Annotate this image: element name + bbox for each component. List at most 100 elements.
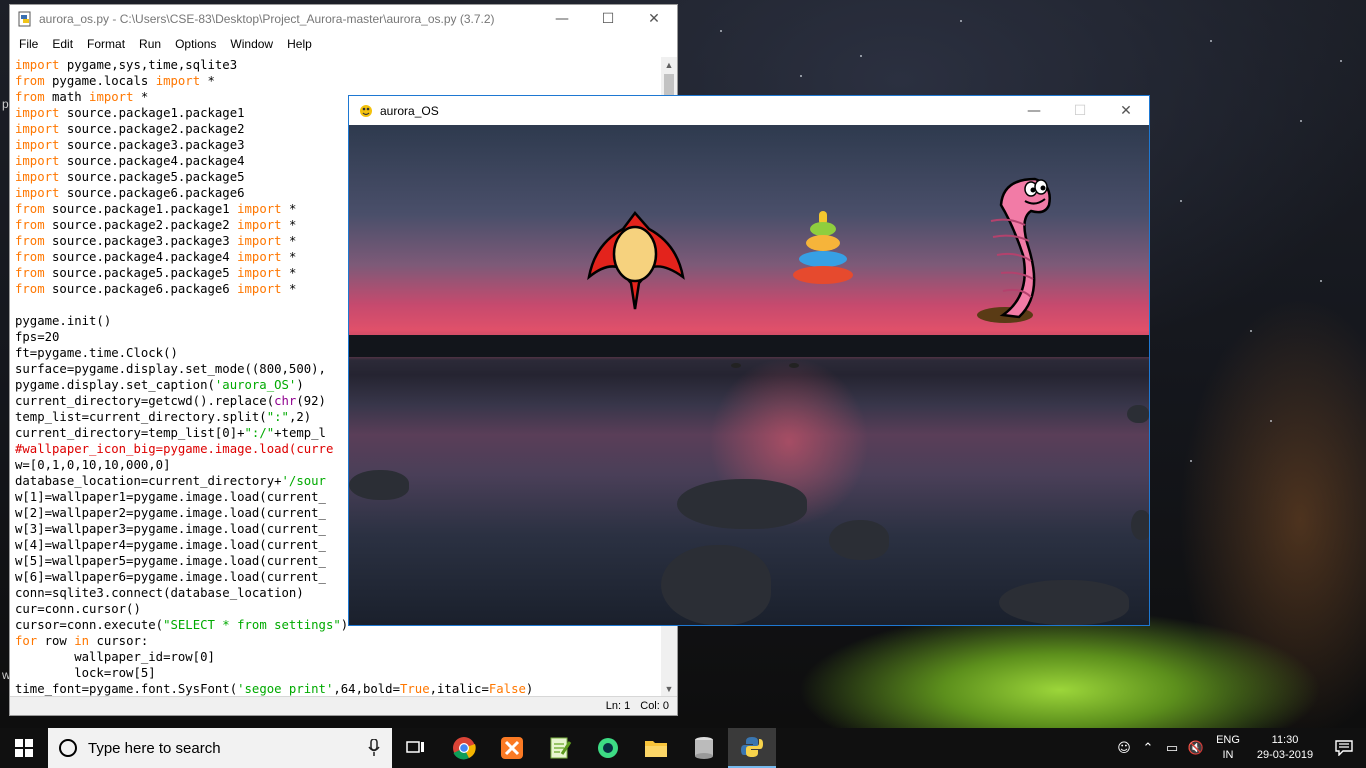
code-token: import [15, 186, 60, 200]
code-token: * [281, 234, 297, 248]
database-icon[interactable] [680, 728, 728, 768]
code-token: ft=pygame.time.Clock() [15, 346, 178, 360]
menu-window[interactable]: Window [223, 37, 280, 51]
menu-edit[interactable]: Edit [45, 37, 80, 51]
clock[interactable]: 11:30 29-03-2019 [1248, 733, 1322, 763]
code-line[interactable]: from pygame.locals import * [15, 73, 662, 89]
rock [1131, 510, 1149, 540]
show-hidden-icons-chevron-icon[interactable]: ⌃ [1136, 728, 1160, 768]
network-icon[interactable]: ▭ [1160, 728, 1184, 768]
code-token: import [15, 58, 60, 72]
menu-help[interactable]: Help [280, 37, 319, 51]
code-token: surface=pygame.display.set_mode((800,500… [15, 362, 326, 376]
minimize-button[interactable]: — [1011, 96, 1057, 125]
close-button[interactable]: ✕ [1103, 96, 1149, 125]
code-token: import [237, 202, 282, 216]
code-token: cur=conn.cursor() [15, 602, 141, 616]
code-token: source.package1.package1 [59, 106, 245, 120]
code-token: * [133, 90, 149, 104]
code-token: ":" [266, 410, 289, 424]
volume-muted-icon[interactable]: 🔇 [1184, 728, 1208, 768]
chrome-icon[interactable] [440, 728, 488, 768]
code-token: cursor=conn.execute( [15, 618, 164, 632]
code-token: fps=20 [15, 330, 60, 344]
code-line[interactable]: for row in cursor: [15, 633, 662, 649]
rock [999, 580, 1129, 625]
scroll-down-arrow-icon[interactable]: ▼ [661, 681, 677, 697]
xampp-icon[interactable] [488, 728, 536, 768]
close-button[interactable]: ✕ [631, 5, 677, 33]
code-token: from [15, 250, 45, 264]
star [960, 20, 962, 22]
language-indicator[interactable]: ENG IN [1208, 733, 1248, 763]
maximize-button[interactable]: ☐ [585, 5, 631, 33]
code-line[interactable]: wallpaper_id=row[0] [15, 649, 662, 665]
idle-titlebar[interactable]: aurora_os.py - C:\Users\CSE-83\Desktop\P… [10, 5, 677, 33]
rocket-icon[interactable] [585, 209, 687, 311]
microphone-icon[interactable] [368, 739, 380, 757]
pygame-canvas-wallpaper[interactable] [349, 125, 1149, 625]
code-token: source.package6.package6 [44, 282, 238, 296]
menu-run[interactable]: Run [132, 37, 168, 51]
code-line[interactable]: lock=row[5] [15, 665, 662, 681]
code-token: pygame.locals [44, 74, 156, 88]
code-token: pygame,sys,time,sqlite3 [59, 58, 238, 72]
taskbar-search[interactable]: Type here to search [48, 728, 392, 768]
code-line[interactable]: import pygame,sys,time,sqlite3 [15, 57, 662, 73]
star [1300, 120, 1302, 122]
ring-stack-toy-icon[interactable] [787, 209, 859, 289]
tree-line [349, 335, 1149, 357]
scroll-up-arrow-icon[interactable]: ▲ [661, 57, 677, 73]
code-token: +temp_l [274, 426, 326, 440]
code-token: ":/" [244, 426, 275, 440]
taskbar: Type here to search ☺ ⌃ ▭ 🔇 ENG IN 11:30… [0, 728, 1366, 768]
python-idle-icon[interactable] [728, 728, 776, 768]
file-explorer-icon[interactable] [632, 728, 680, 768]
clock-date: 29-03-2019 [1256, 749, 1314, 761]
star [1190, 460, 1192, 462]
cortana-icon [59, 739, 77, 757]
notepad-plus-plus-icon[interactable] [536, 728, 584, 768]
code-token: cursor: [89, 634, 149, 648]
menu-format[interactable]: Format [80, 37, 132, 51]
android-studio-icon[interactable] [584, 728, 632, 768]
task-view-icon[interactable] [392, 728, 440, 768]
menu-options[interactable]: Options [168, 37, 223, 51]
star [720, 30, 722, 32]
code-token: import [15, 122, 60, 136]
status-line: Ln: 1 [605, 700, 631, 712]
status-col: Col: 0 [640, 700, 669, 712]
menu-file[interactable]: File [12, 37, 45, 51]
people-icon[interactable]: ☺ [1112, 728, 1136, 768]
pygame-window[interactable]: aurora_OS — ☐ ✕ [348, 95, 1150, 626]
python-file-icon [18, 11, 31, 27]
star [1320, 280, 1322, 282]
code-token: * [200, 74, 215, 88]
maximize-button-disabled: ☐ [1073, 102, 1087, 119]
code-token: import [237, 266, 282, 280]
pygame-titlebar[interactable]: aurora_OS — ☐ ✕ [349, 96, 1149, 125]
code-token: source.package5.package5 [59, 170, 245, 184]
minimize-button[interactable]: — [539, 5, 585, 33]
code-token: pygame.init() [15, 314, 112, 328]
code-token: from [15, 90, 45, 104]
code-line[interactable]: time_font=pygame.font.SysFont('segoe pri… [15, 681, 662, 697]
code-token: import [237, 234, 282, 248]
language-code: ENG [1216, 734, 1240, 746]
system-tray: ☺ ⌃ ▭ 🔇 ENG IN 11:30 29-03-2019 [1112, 728, 1366, 768]
code-token: row [37, 634, 75, 648]
code-token: lock=row[5] [15, 666, 156, 680]
action-center-icon[interactable] [1322, 740, 1366, 756]
code-token: source.package6.package6 [59, 186, 245, 200]
worm-icon[interactable] [973, 175, 1059, 325]
code-token: (92) [296, 394, 326, 408]
code-token: w[5]=wallpaper5=pygame.image.load(curren… [15, 554, 326, 568]
rock [829, 520, 889, 560]
code-token: * [281, 282, 297, 296]
start-button[interactable] [0, 728, 48, 768]
code-token: math [44, 90, 90, 104]
idle-window-title: aurora_os.py - C:\Users\CSE-83\Desktop\P… [39, 12, 495, 26]
code-token: import [237, 218, 282, 232]
code-token: #wallpaper_icon_big=pygame.image.load(cu… [15, 442, 334, 456]
code-token: current_directory=temp_list[0]+ [15, 426, 245, 440]
